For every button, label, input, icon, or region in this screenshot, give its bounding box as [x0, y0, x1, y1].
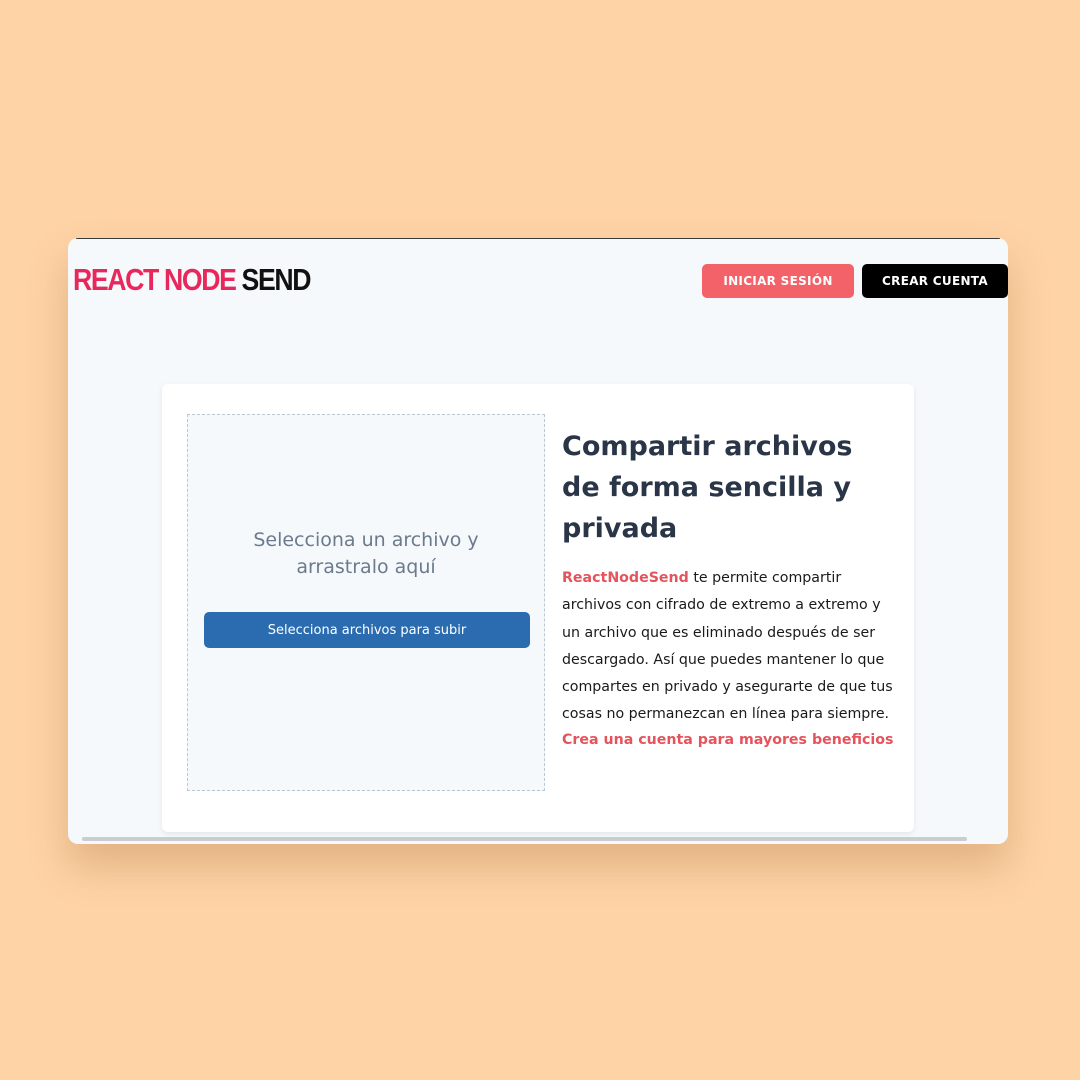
- create-account-button[interactable]: CREAR CUENTA: [862, 264, 1008, 298]
- login-button[interactable]: INICIAR SESIÓN: [702, 264, 854, 298]
- file-dropzone[interactable]: Selecciona un archivo y arrastralo aquí …: [187, 414, 545, 791]
- dropzone-text: Selecciona un archivo y arrastralo aquí: [253, 529, 479, 578]
- logo[interactable]: REACT NODE SEND: [73, 262, 312, 298]
- description-text: te permite compartir archivos con cifrad…: [562, 570, 893, 723]
- horizontal-scrollbar[interactable]: [82, 837, 967, 841]
- create-account-link[interactable]: Crea una cuenta para mayores beneficios: [562, 730, 894, 750]
- select-files-button[interactable]: Selecciona archivos para subir: [204, 612, 530, 648]
- page-title: Compartir archivos de forma sencilla y p…: [562, 431, 853, 544]
- app-window: REACT NODE SEND INICIAR SESIÓN CREAR CUE…: [68, 238, 1008, 844]
- logo-text-send: SEND: [241, 262, 312, 297]
- info-description: ReactNodeSend te permite compartir archi…: [562, 565, 894, 729]
- info-section: Compartir archivos de forma sencilla y p…: [562, 426, 894, 750]
- main-card: Selecciona un archivo y arrastralo aquí …: [162, 384, 914, 832]
- window-top-border: [76, 238, 1000, 239]
- brand-name: ReactNodeSend: [562, 570, 689, 586]
- logo-text-react-node: REACT NODE: [73, 262, 237, 297]
